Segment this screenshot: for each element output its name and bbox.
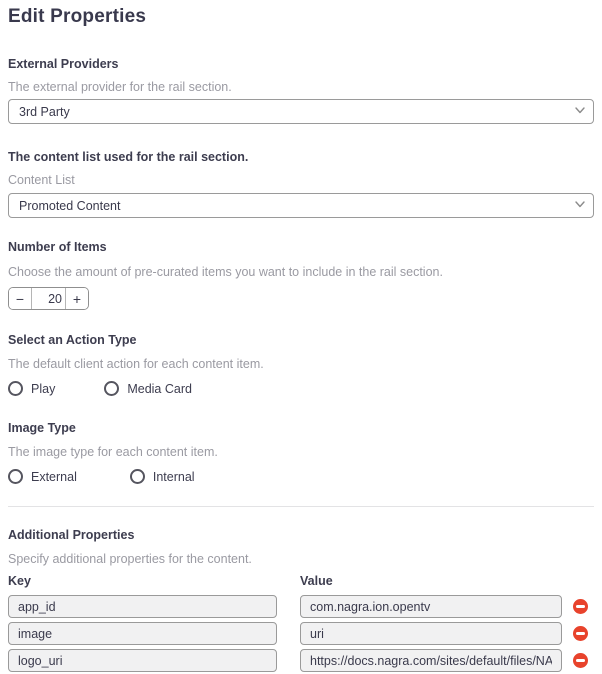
- remove-property-icon[interactable]: [573, 653, 588, 668]
- quantity-input[interactable]: [32, 288, 65, 309]
- additional-properties-label: Additional Properties: [8, 528, 594, 542]
- radio-label: External: [31, 470, 77, 484]
- external-radio[interactable]: [8, 469, 23, 484]
- radio-label: Play: [31, 382, 55, 396]
- property-value-input[interactable]: [300, 649, 562, 672]
- additional-properties-description: Specify additional properties for the co…: [8, 552, 594, 566]
- action-type-radio-group: Play Media Card: [8, 381, 594, 396]
- content-list-select[interactable]: Promoted Content: [8, 193, 594, 218]
- property-key-input[interactable]: [8, 622, 277, 645]
- image-type-description: The image type for each content item.: [8, 445, 594, 459]
- media-card-radio[interactable]: [104, 381, 119, 396]
- action-type-description: The default client action for each conte…: [8, 357, 594, 371]
- remove-property-icon[interactable]: [573, 599, 588, 614]
- key-column-header: Key: [8, 574, 277, 588]
- content-list-label: Content List: [8, 173, 594, 187]
- edit-properties-panel: Edit Properties External Providers The e…: [0, 0, 602, 674]
- radio-label: Media Card: [127, 382, 192, 396]
- value-column-header: Value: [300, 574, 562, 588]
- remove-property-icon[interactable]: [573, 626, 588, 641]
- table-row: [8, 622, 594, 645]
- section-divider: [8, 506, 594, 507]
- external-providers-description: The external provider for the rail secti…: [8, 80, 594, 94]
- number-of-items-label: Number of Items: [8, 240, 594, 254]
- property-key-input[interactable]: [8, 649, 277, 672]
- action-type-label: Select an Action Type: [8, 333, 594, 347]
- key-value-headers: Key Value: [8, 574, 594, 588]
- radio-option-external[interactable]: External: [8, 469, 77, 484]
- image-type-label: Image Type: [8, 421, 594, 435]
- radio-option-play[interactable]: Play: [8, 381, 55, 396]
- quantity-stepper: − +: [8, 287, 89, 310]
- radio-option-media-card[interactable]: Media Card: [104, 381, 192, 396]
- page-title: Edit Properties: [8, 6, 594, 28]
- property-key-input[interactable]: [8, 595, 277, 618]
- image-type-radio-group: External Internal: [8, 469, 594, 484]
- external-providers-label: External Providers: [8, 57, 594, 71]
- external-provider-select[interactable]: 3rd Party: [8, 99, 594, 124]
- property-value-input[interactable]: [300, 595, 562, 618]
- increment-button[interactable]: +: [65, 288, 88, 309]
- property-value-input[interactable]: [300, 622, 562, 645]
- content-list-heading: The content list used for the rail secti…: [8, 150, 594, 164]
- play-radio[interactable]: [8, 381, 23, 396]
- number-of-items-description: Choose the amount of pre-curated items y…: [8, 265, 594, 279]
- table-row: [8, 649, 594, 672]
- radio-option-internal[interactable]: Internal: [130, 469, 195, 484]
- table-row: [8, 595, 594, 618]
- radio-label: Internal: [153, 470, 195, 484]
- decrement-button[interactable]: −: [9, 288, 32, 309]
- internal-radio[interactable]: [130, 469, 145, 484]
